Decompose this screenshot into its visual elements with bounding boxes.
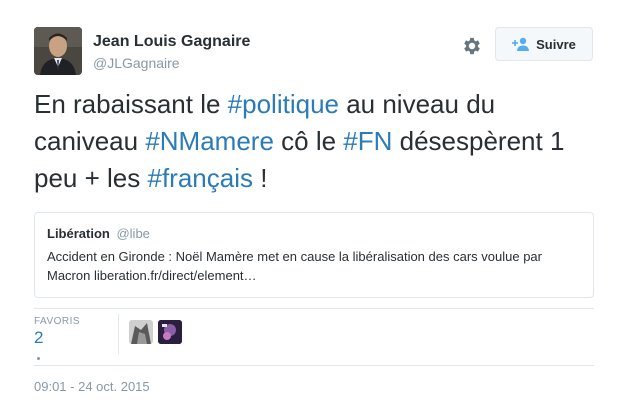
- favoriter-avatar[interactable]: [129, 320, 153, 344]
- follow-button[interactable]: Suivre: [495, 27, 593, 61]
- divider: [34, 365, 594, 366]
- favoriter-avatar[interactable]: [158, 320, 182, 344]
- quoted-tweet[interactable]: Libération @libe Accident en Gironde : N…: [34, 212, 594, 298]
- divider: [34, 308, 594, 309]
- tweet-text-segment: cô le: [273, 126, 344, 156]
- author-handle[interactable]: @JLGagnaire: [93, 55, 180, 71]
- quoted-author-name: Libération: [47, 226, 110, 241]
- hashtag-link[interactable]: #politique: [228, 89, 339, 119]
- tweet-card: Jean Louis Gagnaire @JLGagnaire Suivre E…: [0, 0, 630, 410]
- hashtag-link[interactable]: #FN: [343, 126, 392, 156]
- tweet-timestamp[interactable]: 09:01 - 24 oct. 2015: [34, 379, 150, 394]
- quoted-tweet-text: Accident en Gironde : Noël Mamère met en…: [47, 249, 542, 283]
- quoted-author-handle: @libe: [116, 226, 150, 241]
- stats-separator: [118, 314, 119, 354]
- author-name[interactable]: Jean Louis Gagnaire: [93, 33, 250, 51]
- hashtag-link[interactable]: #NMamere: [145, 126, 274, 156]
- hashtag-link[interactable]: #français: [147, 163, 253, 193]
- more-indicator: [37, 357, 40, 360]
- tweet-text-segment: !: [252, 163, 268, 193]
- gear-icon[interactable]: [461, 35, 483, 57]
- favorites-label: FAVORIS: [34, 316, 81, 327]
- tweet-text-segment: En rabaissant le: [34, 89, 228, 119]
- author-avatar[interactable]: [34, 27, 82, 75]
- tweet-text: En rabaissant le #politique au niveau du…: [34, 86, 604, 197]
- follow-button-label: Suivre: [536, 36, 576, 52]
- favorites-count[interactable]: 2: [34, 328, 43, 348]
- add-person-icon: [512, 37, 530, 51]
